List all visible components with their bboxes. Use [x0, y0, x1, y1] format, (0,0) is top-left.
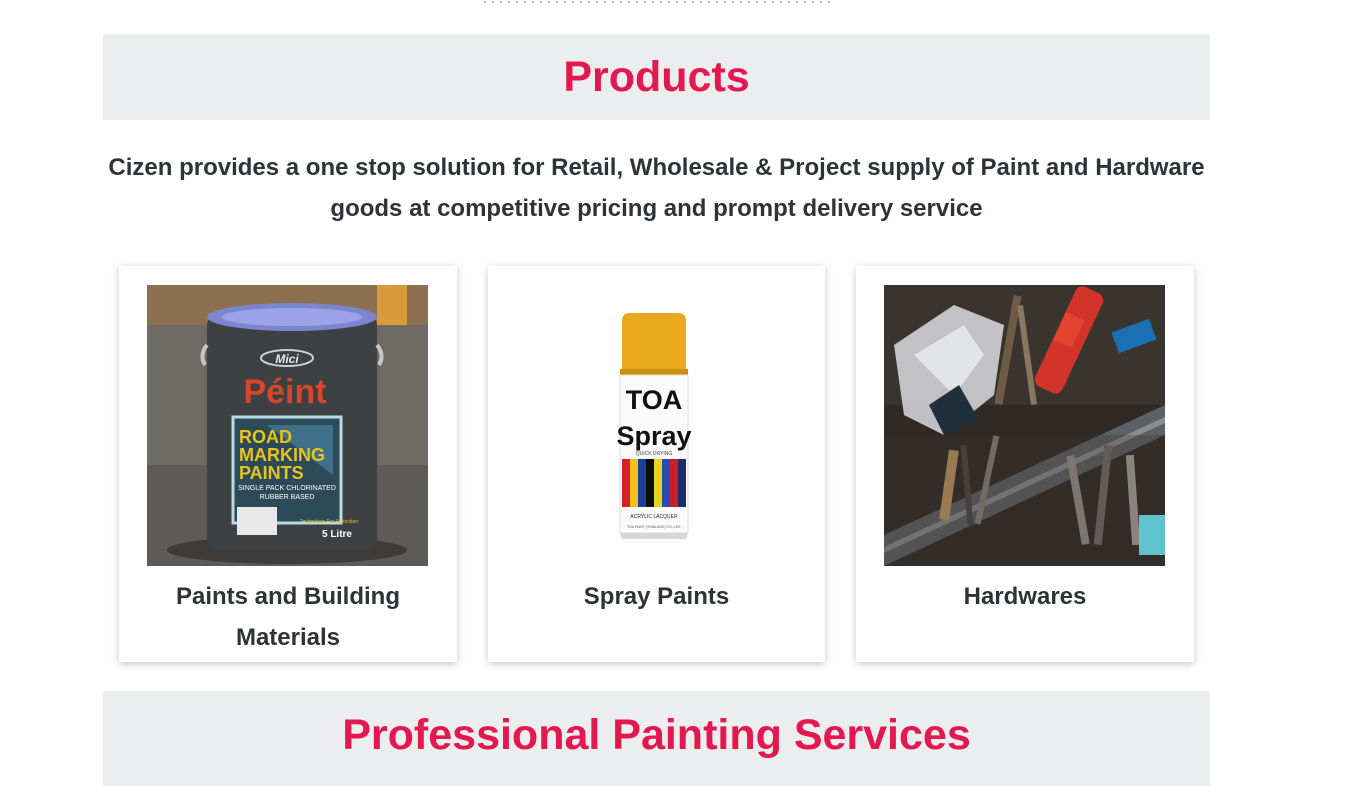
products-intro-text: Cizen provides a one stop solution for R…: [108, 154, 1205, 222]
paint-can-sub-2: RUBBER BASED: [260, 494, 315, 501]
products-title: Products: [563, 52, 750, 101]
paint-can-volume: 5 Litre: [322, 529, 352, 540]
hardware-tools-illustration: [884, 285, 1165, 566]
paint-can-illustration: Mici Péint ROAD MARKING PAINTS SINGLE PA…: [147, 285, 428, 566]
services-header-band: Professional Painting Services: [103, 691, 1210, 786]
services-title: Professional Painting Services: [342, 711, 971, 759]
spray-can-illustration: TOA Spray QUICK DRYING ACRYLIC LACQUER T…: [516, 285, 797, 566]
paint-can-tagline: Technology For Protection: [300, 519, 358, 525]
hardware-tools-image[interactable]: [884, 285, 1165, 566]
paint-can-image[interactable]: Mici Péint ROAD MARKING PAINTS SINGLE PA…: [147, 285, 428, 566]
spray-can-finish: ACRYLIC LACQUER: [630, 514, 678, 520]
products-header-band: Products: [103, 34, 1210, 120]
spray-can-brand-top: TOA: [626, 385, 683, 415]
product-card-spray-paints[interactable]: TOA Spray QUICK DRYING ACRYLIC LACQUER T…: [488, 266, 825, 662]
spray-can-image[interactable]: TOA Spray QUICK DRYING ACRYLIC LACQUER T…: [516, 285, 797, 566]
top-divider-dots: [481, 0, 833, 4]
paint-can-brand: Mici: [275, 352, 299, 366]
paint-can-name: Péint: [243, 373, 326, 411]
spray-can-brand-bottom: Spray: [616, 421, 691, 451]
paint-can-line-2: MARKING: [239, 445, 325, 465]
product-card-label[interactable]: Hardwares: [856, 576, 1194, 617]
paint-can-line-3: PAINTS: [239, 463, 304, 483]
product-card-paints[interactable]: Mici Péint ROAD MARKING PAINTS SINGLE PA…: [119, 266, 457, 662]
product-card-label[interactable]: Spray Paints: [488, 576, 825, 617]
paint-can-sub-1: SINGLE PACK CHLORINATED: [238, 485, 336, 492]
paint-can-line-1: ROAD: [239, 427, 292, 447]
spray-can-maker: TOA PAINT (THAILAND) CO.,LTD.: [627, 525, 681, 529]
product-card-hardwares[interactable]: Hardwares: [856, 266, 1194, 662]
product-card-label[interactable]: Paints and Building Materials: [119, 576, 457, 658]
spray-can-small-text: QUICK DRYING: [636, 451, 673, 457]
